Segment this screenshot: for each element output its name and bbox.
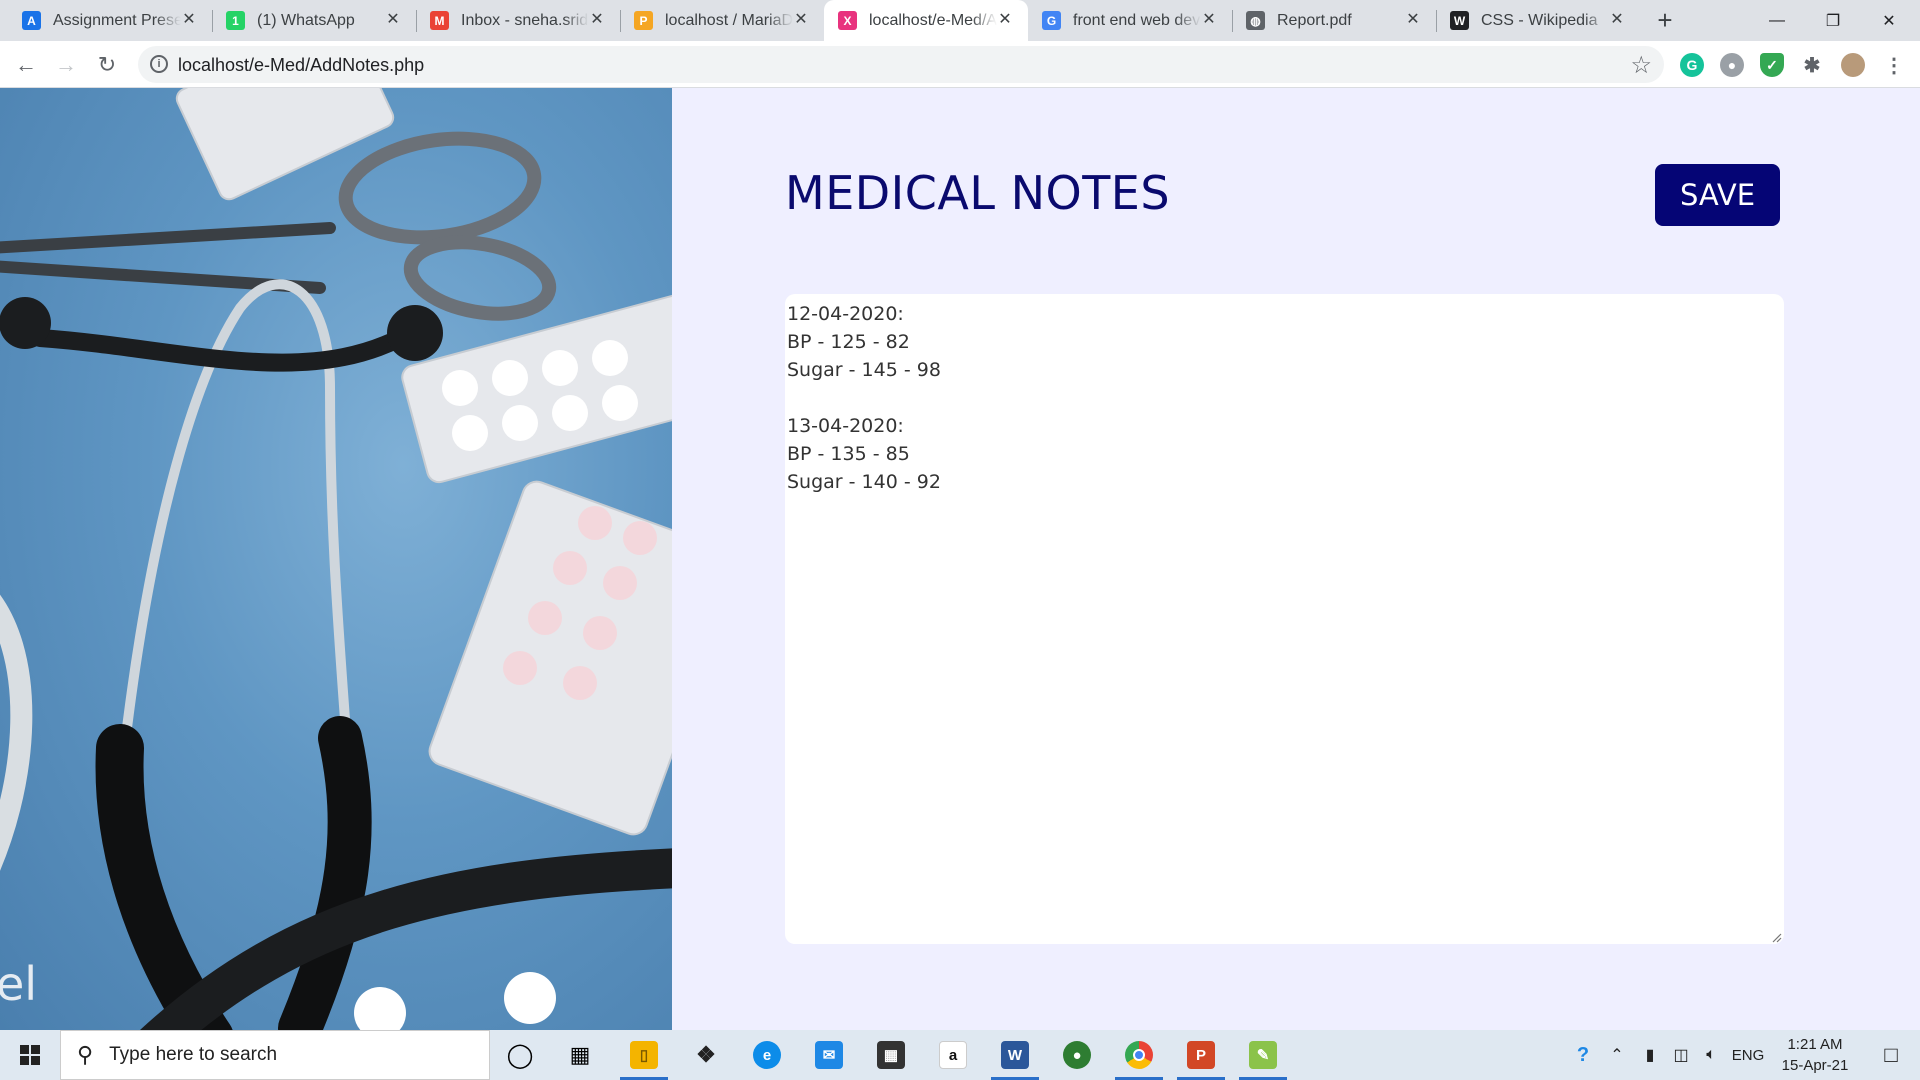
shield-extension-icon[interactable]: ✓: [1760, 53, 1784, 77]
browser-tab[interactable]: M Inbox - sneha.sridh ✕: [416, 0, 620, 41]
help-icon[interactable]: ?: [1568, 1030, 1598, 1080]
tab-separator: [212, 10, 213, 32]
tab-title: Assignment Preser: [53, 11, 181, 29]
browser-tab[interactable]: W CSS - Wikipedia ✕: [1436, 0, 1640, 41]
wikipedia-icon: W: [1450, 11, 1469, 30]
tab-separator: [1436, 10, 1437, 32]
windows-logo-icon: [20, 1045, 40, 1065]
phpmyadmin-icon: P: [634, 11, 653, 30]
tab-title: CSS - Wikipedia: [1481, 11, 1598, 29]
notifications-icon[interactable]: □: [1866, 1030, 1916, 1080]
browser-tab[interactable]: A Assignment Preser ✕: [8, 0, 212, 41]
mail-icon[interactable]: ✉: [802, 1030, 856, 1080]
address-bar[interactable]: i localhost/e-Med/AddNotes.php ☆: [138, 46, 1664, 83]
battery-icon[interactable]: ▮: [1636, 1030, 1664, 1080]
windows-start-button[interactable]: [0, 1030, 60, 1080]
cortana-icon[interactable]: ◯: [493, 1030, 547, 1080]
store-icon[interactable]: ▦: [864, 1030, 918, 1080]
browser-tab[interactable]: ◍ Report.pdf ✕: [1232, 0, 1436, 41]
browser-tab[interactable]: Plocalhost / MariaD ✕: [620, 0, 824, 41]
close-tab-icon[interactable]: ✕: [792, 11, 810, 29]
extensions-puzzle-icon[interactable]: ✱: [1800, 53, 1824, 77]
word-icon[interactable]: W: [988, 1030, 1042, 1080]
close-tab-icon[interactable]: ✕: [180, 11, 198, 29]
clock-date: 15-Apr-21: [1781, 1057, 1849, 1074]
search-icon: ⚲: [77, 1042, 94, 1067]
network-icon[interactable]: ◫: [1668, 1030, 1694, 1080]
clock-time: 1:21 AM: [1787, 1036, 1843, 1053]
menu-kebab-icon[interactable]: ⋮: [1882, 53, 1906, 77]
site-info-icon[interactable]: i: [150, 55, 168, 73]
forward-icon[interactable]: →: [50, 49, 82, 81]
browser-tab-strip: A Assignment Preser ✕ 1 (1) WhatsApp ✕ M Inbox …: [0, 0, 1920, 41]
textarea-resize-handle[interactable]: [1770, 931, 1782, 943]
restore-button[interactable]: ❐: [1802, 0, 1864, 41]
taskbar-search-box[interactable]: ⚲ Type here to search: [60, 1030, 490, 1080]
browser-tab[interactable]: 1 (1) WhatsApp ✕: [212, 0, 416, 41]
search-placeholder: Type here to search: [109, 1044, 278, 1065]
volume-icon[interactable]: 🔈︎: [1697, 1030, 1725, 1080]
globe-icon: ◍: [1246, 11, 1265, 30]
url-text[interactable]: localhost/e-Med/AddNotes.php: [178, 55, 424, 76]
close-tab-icon[interactable]: ✕: [1404, 11, 1422, 29]
show-hidden-icons-chevron-up-icon[interactable]: ⌃: [1605, 1030, 1629, 1080]
image-watermark-text: el: [0, 957, 37, 1011]
dropbox-icon[interactable]: ❖: [679, 1030, 733, 1080]
chrome-icon[interactable]: [1112, 1030, 1166, 1080]
profile-avatar[interactable]: [1841, 53, 1865, 77]
powerpoint-icon[interactable]: P: [1174, 1030, 1228, 1080]
grammarly-extension-icon[interactable]: G: [1680, 53, 1704, 77]
minimize-button[interactable]: —: [1746, 0, 1808, 41]
maps-app-icon[interactable]: ●: [1050, 1030, 1104, 1080]
xampp-icon: X: [838, 11, 857, 30]
google-classroom-icon: A: [22, 11, 41, 30]
medical-equipment-image: el: [0, 88, 672, 1030]
new-tab-button[interactable]: +: [1652, 7, 1678, 34]
browser-tab[interactable]: Xlocalhost/e-Med/A ✕: [824, 0, 1028, 41]
tab-title: Inbox - sneha.sridh: [461, 11, 589, 29]
back-icon[interactable]: ←: [10, 49, 42, 81]
tab-separator: [416, 10, 417, 32]
tab-separator: [620, 10, 621, 32]
windows-taskbar: ⚲ Type here to search ◯ ▦ ▯ ❖ e ✉ ▦ a W …: [0, 1030, 1920, 1080]
whatsapp-icon: 1: [226, 11, 245, 30]
stethoscope-illustration: el: [0, 88, 672, 1030]
tab-title: front end web dev: [1073, 11, 1201, 29]
close-tab-icon[interactable]: ✕: [384, 11, 402, 29]
close-tab-icon[interactable]: ✕: [588, 11, 606, 29]
paint-icon[interactable]: ✎: [1236, 1030, 1290, 1080]
page-title: MEDICAL NOTES: [785, 166, 1171, 220]
tab-title: localhost / MariaD: [665, 11, 793, 29]
task-view-icon[interactable]: ▦: [553, 1030, 607, 1080]
extension-circle-icon[interactable]: ●: [1720, 53, 1744, 77]
close-tab-icon[interactable]: ✕: [1200, 11, 1218, 29]
google-icon: G: [1042, 11, 1061, 30]
taskbar-clock[interactable]: 1:21 AM 15-Apr-21: [1770, 1034, 1860, 1076]
tab-title: (1) WhatsApp: [257, 11, 355, 29]
bookmark-star-icon[interactable]: ☆: [1630, 51, 1652, 80]
tab-title: Report.pdf: [1277, 11, 1352, 29]
file-explorer-icon[interactable]: ▯: [617, 1030, 671, 1080]
language-indicator[interactable]: ENG: [1728, 1030, 1768, 1080]
amazon-icon[interactable]: a: [926, 1030, 980, 1080]
close-tab-icon[interactable]: ✕: [996, 11, 1014, 29]
tab-separator: [1232, 10, 1233, 32]
close-window-button[interactable]: ✕: [1858, 0, 1920, 41]
browser-tab[interactable]: Gfront end web dev ✕: [1028, 0, 1232, 41]
medical-notes-textarea[interactable]: [785, 294, 1784, 944]
browser-toolbar: ← → ↻ i localhost/e-Med/AddNotes.php ☆ G…: [0, 41, 1920, 88]
edge-icon[interactable]: e: [740, 1030, 794, 1080]
save-button[interactable]: SAVE: [1655, 164, 1780, 226]
page-viewport: el MEDICAL NOTES SAVE: [0, 88, 1920, 1030]
gmail-icon: M: [430, 11, 449, 30]
reload-icon[interactable]: ↻: [91, 49, 123, 81]
tab-title: localhost/e-Med/A: [869, 11, 997, 29]
close-tab-icon[interactable]: ✕: [1608, 11, 1626, 29]
